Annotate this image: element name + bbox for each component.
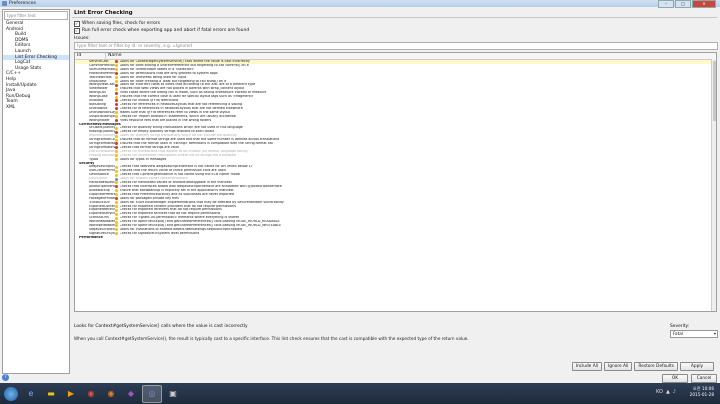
app-icon[interactable]: ◆	[122, 386, 140, 402]
tree-filter-input[interactable]: type filter text	[4, 11, 68, 20]
chrome-icon[interactable]: ◉	[82, 386, 100, 402]
eclipse-icon	[2, 1, 7, 6]
warning-icon	[115, 204, 118, 208]
warning-icon	[115, 208, 118, 212]
firefox-icon[interactable]: ◉	[102, 386, 120, 402]
include-all-button[interactable]: Include All	[571, 362, 603, 371]
category-row[interactable]: Performance	[75, 236, 716, 240]
error-icon	[115, 130, 118, 134]
issues-filter-input[interactable]: type filter text or filter by id: or sev…	[74, 42, 718, 50]
column-header-name[interactable]: Name	[106, 53, 122, 59]
dialog-buttons: OK Cancel	[662, 374, 717, 383]
warning-icon	[115, 95, 118, 99]
vertical-scrollbar[interactable]	[711, 59, 716, 311]
ie-icon[interactable]: e	[22, 386, 40, 402]
minimize-button[interactable]: –	[658, 0, 674, 8]
preferences-tree: General Android Build DDMS Editors Launch Lint…	[3, 21, 69, 111]
warning-icon	[115, 134, 118, 138]
warning-icon	[115, 169, 118, 173]
table-header: Id Name	[75, 53, 716, 60]
checkbox-checked-icon	[74, 27, 80, 34]
language-indicator[interactable]: KO	[656, 389, 663, 395]
warning-icon	[115, 126, 118, 130]
warning-icon	[115, 173, 118, 177]
table-action-buttons: Include All Ignore All Restore Defaults …	[571, 362, 714, 371]
warning-icon	[115, 212, 118, 216]
issues-table: Id Name ServiceCast Looks for Context#get…	[74, 52, 717, 312]
issue-name: Looks for typos in messages	[119, 157, 167, 161]
issue-name: Finds resource files that are placed in …	[119, 118, 212, 122]
warning-icon	[115, 76, 118, 80]
warning-icon	[115, 138, 118, 142]
issue-name: Checks for signatureOrSystem level permi…	[119, 231, 200, 235]
lint-page: Lint Error Checking When saving files, c…	[72, 9, 718, 371]
restore-defaults-button[interactable]: Restore Defaults	[634, 362, 678, 371]
warning-icon	[115, 201, 118, 205]
media-player-icon[interactable]: ▶	[62, 386, 80, 402]
page-title: Lint Error Checking	[74, 10, 133, 16]
column-header-id[interactable]: Id	[75, 53, 106, 59]
apply-button[interactable]: Apply	[680, 362, 714, 371]
window-titlebar: Preferences – □ ✕	[0, 0, 720, 8]
window-controls: – □ ✕	[658, 0, 716, 8]
category-label: Performance	[79, 235, 103, 239]
start-button[interactable]	[4, 386, 18, 401]
clock[interactable]: 오전 10:06 2015-01-28	[690, 386, 714, 398]
preferences-tree-panel: type filter text General Android Build DDMS…	[2, 9, 70, 374]
severity-group: Severity: Fatal	[670, 324, 718, 338]
taskbar: e ▬ ▶ ◉ ◉ ◆ ◎ ▣ KO ▲ ♪ 오전 10:06 2015-01-…	[0, 383, 720, 404]
ignore-all-button[interactable]: Ignore All	[604, 362, 633, 371]
ok-button[interactable]: OK	[662, 374, 688, 383]
volume-icon[interactable]: ♪	[673, 389, 676, 395]
warning-icon	[115, 79, 118, 83]
error-icon	[115, 83, 118, 87]
error-icon	[115, 91, 118, 95]
info-icon	[115, 177, 118, 181]
scrollbar-thumb[interactable]	[712, 61, 716, 121]
full-check-on-export-checkbox[interactable]: Run full error check when exporting app …	[72, 27, 717, 34]
dialog-help-buttons: ?	[2, 374, 9, 381]
system-tray: KO ▲ ♪	[656, 389, 676, 395]
network-icon[interactable]: ▲	[666, 389, 670, 395]
clock-date: 2015-01-28	[689, 392, 714, 397]
severity-select[interactable]: Fatal	[670, 330, 718, 338]
warning-icon	[115, 220, 118, 224]
close-button[interactable]: ✕	[692, 0, 716, 8]
severity-label: Severity:	[670, 324, 690, 329]
issue-explanation: When you call Context#getSystemService()…	[74, 336, 469, 341]
warning-icon	[115, 165, 118, 169]
maximize-button[interactable]: □	[675, 0, 691, 8]
window-title: Preferences	[9, 1, 37, 6]
cancel-button[interactable]: Cancel	[691, 374, 717, 383]
eclipse-taskbar-icon[interactable]: ◎	[142, 384, 162, 403]
issue-summary: Looks for Context#getSystemService() cal…	[74, 324, 248, 329]
help-icon[interactable]: ?	[2, 374, 9, 381]
folder-icon[interactable]: ▬	[42, 386, 60, 402]
terminal-icon[interactable]: ▣	[164, 386, 182, 402]
warning-icon	[115, 216, 118, 220]
check-on-save-checkbox[interactable]: When saving files, check for errors	[72, 20, 717, 27]
tree-item[interactable]: XML	[3, 105, 69, 111]
warning-icon	[115, 87, 118, 91]
title-divider	[72, 17, 717, 18]
issues-rows: ServiceCast Looks for Context#getSystemSe…	[75, 60, 716, 240]
